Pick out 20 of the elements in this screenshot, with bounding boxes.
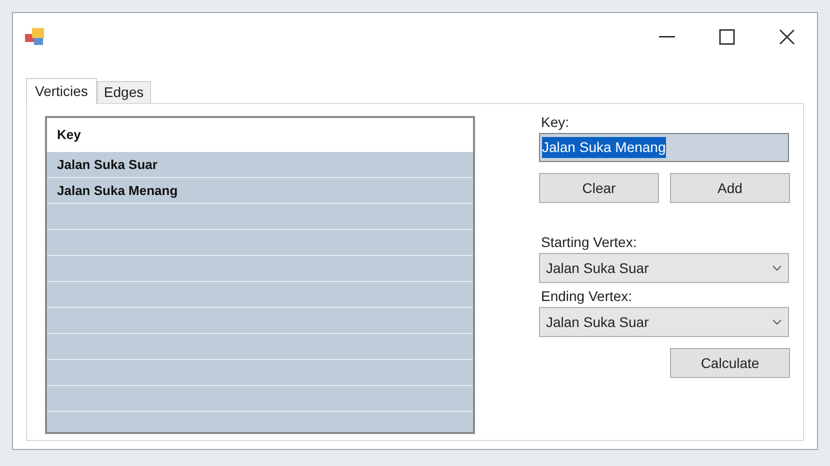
app-icon — [25, 28, 45, 46]
maximize-icon — [719, 29, 735, 45]
list-row[interactable]: Jalan Suka Menang — [47, 178, 473, 204]
minimize-icon — [659, 36, 675, 38]
key-label: Key: — [540, 113, 570, 132]
list-row[interactable]: Jalan Suka Suar — [47, 152, 473, 178]
action-button[interactable]: Add — [670, 173, 790, 203]
vertex-dropdown[interactable]: Jalan Suka Suar — [539, 253, 789, 283]
vertex-dropdown[interactable]: Jalan Suka Suar — [539, 307, 789, 337]
column-header: Key — [47, 118, 473, 152]
chevron-down-icon — [772, 265, 782, 271]
chevron-down-icon — [772, 319, 782, 325]
key-input[interactable]: Jalan Suka Menang — [539, 133, 789, 162]
tab[interactable]: Edges — [96, 81, 151, 103]
calculate-button[interactable]: Calculate — [670, 348, 790, 378]
ending-vertex-label: Ending Vertex: — [540, 287, 634, 306]
tab[interactable]: Verticies — [26, 78, 97, 104]
action-button[interactable]: Clear — [539, 173, 659, 203]
starting-vertex-label: Starting Vertex: — [540, 233, 638, 252]
close-icon — [779, 29, 795, 45]
